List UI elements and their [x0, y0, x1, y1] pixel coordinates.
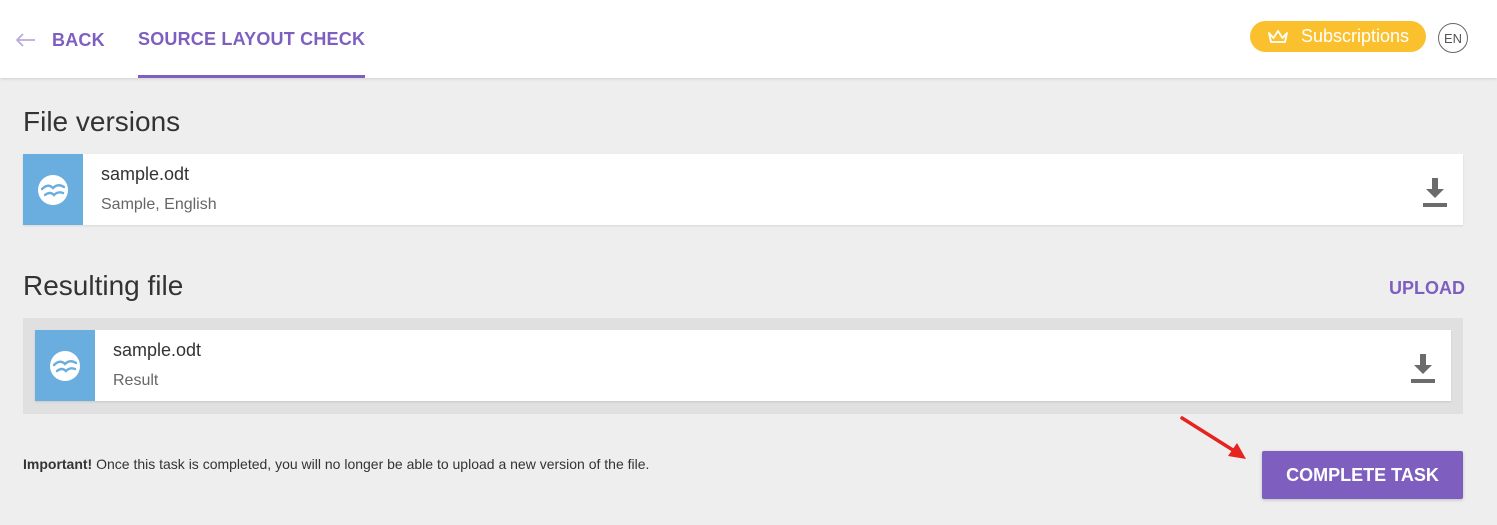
annotation-arrow-icon [1180, 416, 1246, 459]
back-label: BACK [52, 29, 105, 50]
important-note-text: Once this task is completed, you will no… [92, 456, 650, 472]
file-subtitle: Result [113, 372, 159, 389]
openoffice-gull-icon [38, 174, 68, 205]
arrow-left-icon [15, 33, 35, 47]
resulting-file-title: Resulting file [23, 270, 184, 301]
openoffice-gull-icon [50, 350, 80, 381]
back-button[interactable]: BACK [14, 28, 105, 52]
tab-label: SOURCE LAYOUT CHECK [138, 28, 366, 49]
file-versions-title: File versions [23, 106, 181, 137]
file-subtitle: Sample, English [101, 196, 217, 213]
tab-source-layout-check[interactable]: SOURCE LAYOUT CHECK [138, 0, 366, 78]
file-type-badge [23, 154, 83, 225]
language-selector[interactable]: EN [1438, 23, 1468, 53]
resulting-file-dropzone: sample.odt Result [23, 318, 1463, 414]
complete-task-button[interactable]: COMPLETE TASK [1262, 451, 1463, 499]
download-icon[interactable] [1409, 352, 1437, 384]
top-bar: BACK SOURCE LAYOUT CHECK Subscriptions E… [0, 0, 1497, 78]
important-note: Important! Once this task is completed, … [23, 456, 649, 472]
file-name: sample.odt [101, 164, 190, 184]
upload-button[interactable]: UPLOAD [1389, 278, 1465, 299]
subscriptions-label: Subscriptions [1300, 26, 1410, 46]
file-type-badge [35, 330, 95, 401]
important-note-label: Important! [23, 456, 93, 472]
resulting-file-card: sample.odt Result [35, 330, 1451, 401]
file-version-card: sample.odt Sample, English [23, 154, 1463, 225]
subscriptions-button[interactable]: Subscriptions [1250, 21, 1426, 52]
crown-icon [1268, 29, 1288, 43]
file-name: sample.odt [113, 340, 202, 360]
tab-active-indicator [138, 75, 366, 78]
download-icon[interactable] [1421, 176, 1449, 208]
